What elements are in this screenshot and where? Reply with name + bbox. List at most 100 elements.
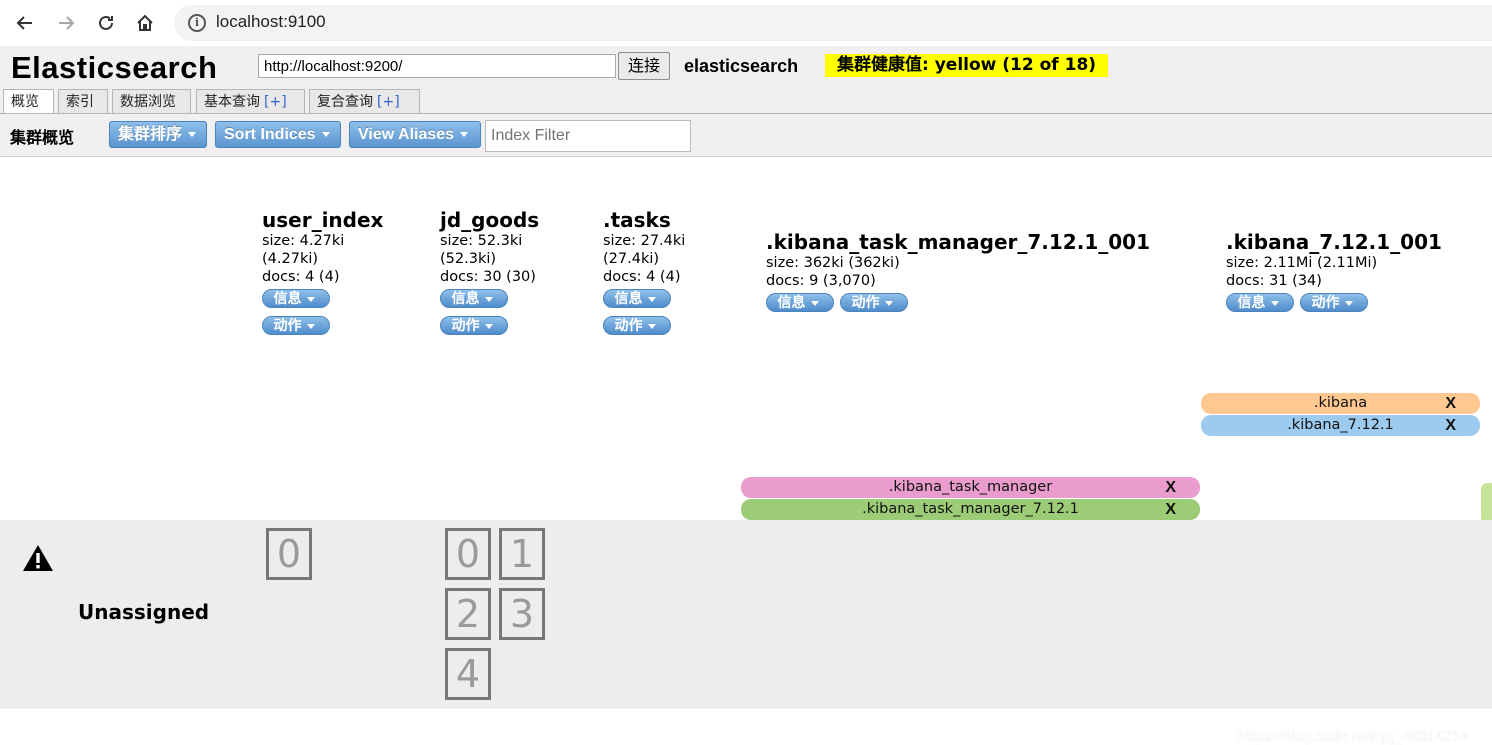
tab-indices[interactable]: 索引 [58,89,108,113]
index-docs: docs: 9 (3,070) [766,273,876,289]
cluster-sort-label: 集群排序 [118,126,183,143]
action-dropdown-button[interactable]: 动作 [603,316,671,335]
index-docs: docs: 4 (4) [262,269,340,285]
shard-box[interactable]: 0 [445,528,491,580]
tab-compound-query[interactable]: 复合查询 [+] [309,89,420,113]
chevron-down-icon [460,132,469,138]
tab-overview[interactable]: 概览 [3,89,54,115]
chevron-down-icon [306,296,315,302]
tab-basic-query[interactable]: 基本查询 [+] [196,89,305,113]
index-card: .kibana_task_manager_7.12.1_001 size: 36… [766,230,1150,312]
chevron-down-icon [647,323,656,329]
forward-arrow-icon[interactable] [52,9,80,37]
alias-name: .kibana_task_manager [888,479,1053,495]
info-icon[interactable]: i [188,14,206,32]
tab-compound-query-plus[interactable]: [+] [377,94,400,110]
alias-bar[interactable]: .kibana_task_manager X [741,477,1200,498]
info-dropdown-button[interactable]: 信息 [1226,293,1294,312]
home-icon[interactable] [131,9,159,37]
info-dropdown-button[interactable]: 信息 [766,293,834,312]
chevron-down-icon [810,300,819,306]
action-label: 动作 [273,318,302,334]
index-card: .kibana_7.12.1_001 size: 2.11Mi (2.11Mi)… [1226,230,1442,312]
chevron-down-icon [1270,300,1279,306]
tab-basic-query-plus[interactable]: [+] [264,94,287,110]
chevron-down-icon [484,323,493,329]
info-label: 信息 [273,291,302,307]
tab-indices-label: 索引 [66,94,94,110]
toolbar-title: 集群概览 [10,128,75,147]
tab-browser-label: 数据浏览 [120,94,176,110]
cluster-name: elasticsearch [684,56,799,76]
header: Elasticsearch 连接 elasticsearch 集群健康值: ye… [0,46,1492,157]
overview-toolbar: 集群概览 集群排序 Sort Indices View Aliases [0,114,1492,157]
unassigned-label: Unassigned [78,600,210,624]
tab-compound-query-label: 复合查询 [317,94,373,110]
index-docs: docs: 4 (4) [603,269,681,285]
tab-browser[interactable]: 数据浏览 [112,89,191,113]
action-dropdown-button[interactable]: 动作 [1300,293,1368,312]
connect-button[interactable]: 连接 [618,52,670,80]
back-arrow-icon[interactable] [11,9,39,37]
reload-icon[interactable] [92,9,120,37]
index-card: jd_goods size: 52.3ki (52.3ki) docs: 30 … [440,208,539,335]
shard-box[interactable]: 1 [499,528,545,580]
warning-icon [23,545,53,571]
watermark: https://blog.csdn.net/qq_40314214 [1238,728,1469,745]
action-dropdown-button[interactable]: 动作 [262,316,330,335]
chevron-down-icon [484,296,493,302]
cluster-health-badge: 集群健康值: yellow (12 of 18) [825,54,1109,77]
alias-bar[interactable]: .kibana X [1201,393,1480,414]
index-size: size: 362ki (362ki) [766,255,900,271]
index-filter-input[interactable] [485,120,691,152]
index-name: .tasks [603,208,671,232]
elasticsearch-head-app: Elasticsearch 连接 elasticsearch 集群健康值: ye… [0,46,1492,745]
shard-box[interactable]: 2 [445,588,491,640]
index-docs: docs: 30 (30) [440,269,536,285]
view-aliases-button[interactable]: View Aliases [349,121,481,148]
sort-indices-button[interactable]: Sort Indices [215,121,341,148]
info-label: 信息 [777,295,806,311]
action-label: 动作 [851,295,880,311]
action-dropdown-button[interactable]: 动作 [840,293,908,312]
index-card: .tasks size: 27.4ki (27.4ki) docs: 4 (4)… [603,208,685,335]
index-size: size: 4.27ki [262,233,345,249]
alias-bar[interactable]: .kibana_7.12.1 X [1201,415,1480,436]
close-icon[interactable]: X [1445,393,1456,414]
close-icon[interactable]: X [1165,477,1176,498]
chevron-down-icon [1344,300,1353,306]
sort-indices-label: Sort Indices [224,126,316,143]
action-label: 动作 [614,318,643,334]
action-dropdown-button[interactable]: 动作 [440,316,508,335]
info-dropdown-button[interactable]: 信息 [440,289,508,308]
chevron-down-icon [647,296,656,302]
unassigned-row: Unassigned 0 0 1 2 3 4 https://blog.csdn… [0,520,1492,745]
shard-box[interactable]: 0 [266,528,312,580]
address-bar[interactable]: i localhost:9100 [174,5,1492,41]
shard-box[interactable]: 3 [499,588,545,640]
chevron-down-icon [884,300,893,306]
side-collapse-tab[interactable] [1481,483,1492,523]
info-label: 信息 [451,291,480,307]
cluster-sort-button[interactable]: 集群排序 [109,121,207,148]
chevron-down-icon [188,132,197,138]
url-text: localhost:9100 [216,12,326,31]
index-name: user_index [262,208,384,232]
close-icon[interactable]: X [1445,415,1456,436]
connect-url-input[interactable] [258,54,616,78]
index-card: user_index size: 4.27ki (4.27ki) docs: 4… [262,208,383,335]
close-icon[interactable]: X [1165,499,1176,520]
shard-box[interactable]: 4 [445,648,491,700]
chevron-down-icon [321,132,330,138]
chevron-down-icon [306,323,315,329]
info-label: 信息 [614,291,643,307]
index-name: jd_goods [440,208,540,232]
info-dropdown-button[interactable]: 信息 [603,289,671,308]
alias-bar[interactable]: .kibana_task_manager_7.12.1 X [741,499,1200,520]
index-size: size: 2.11Mi (2.11Mi) [1226,255,1378,271]
info-dropdown-button[interactable]: 信息 [262,289,330,308]
index-name: .kibana_task_manager_7.12.1_001 [766,230,1150,254]
index-size-total: (27.4ki) [603,251,660,267]
app-title: Elasticsearch [11,50,218,85]
tab-basic-query-label: 基本查询 [204,94,260,110]
